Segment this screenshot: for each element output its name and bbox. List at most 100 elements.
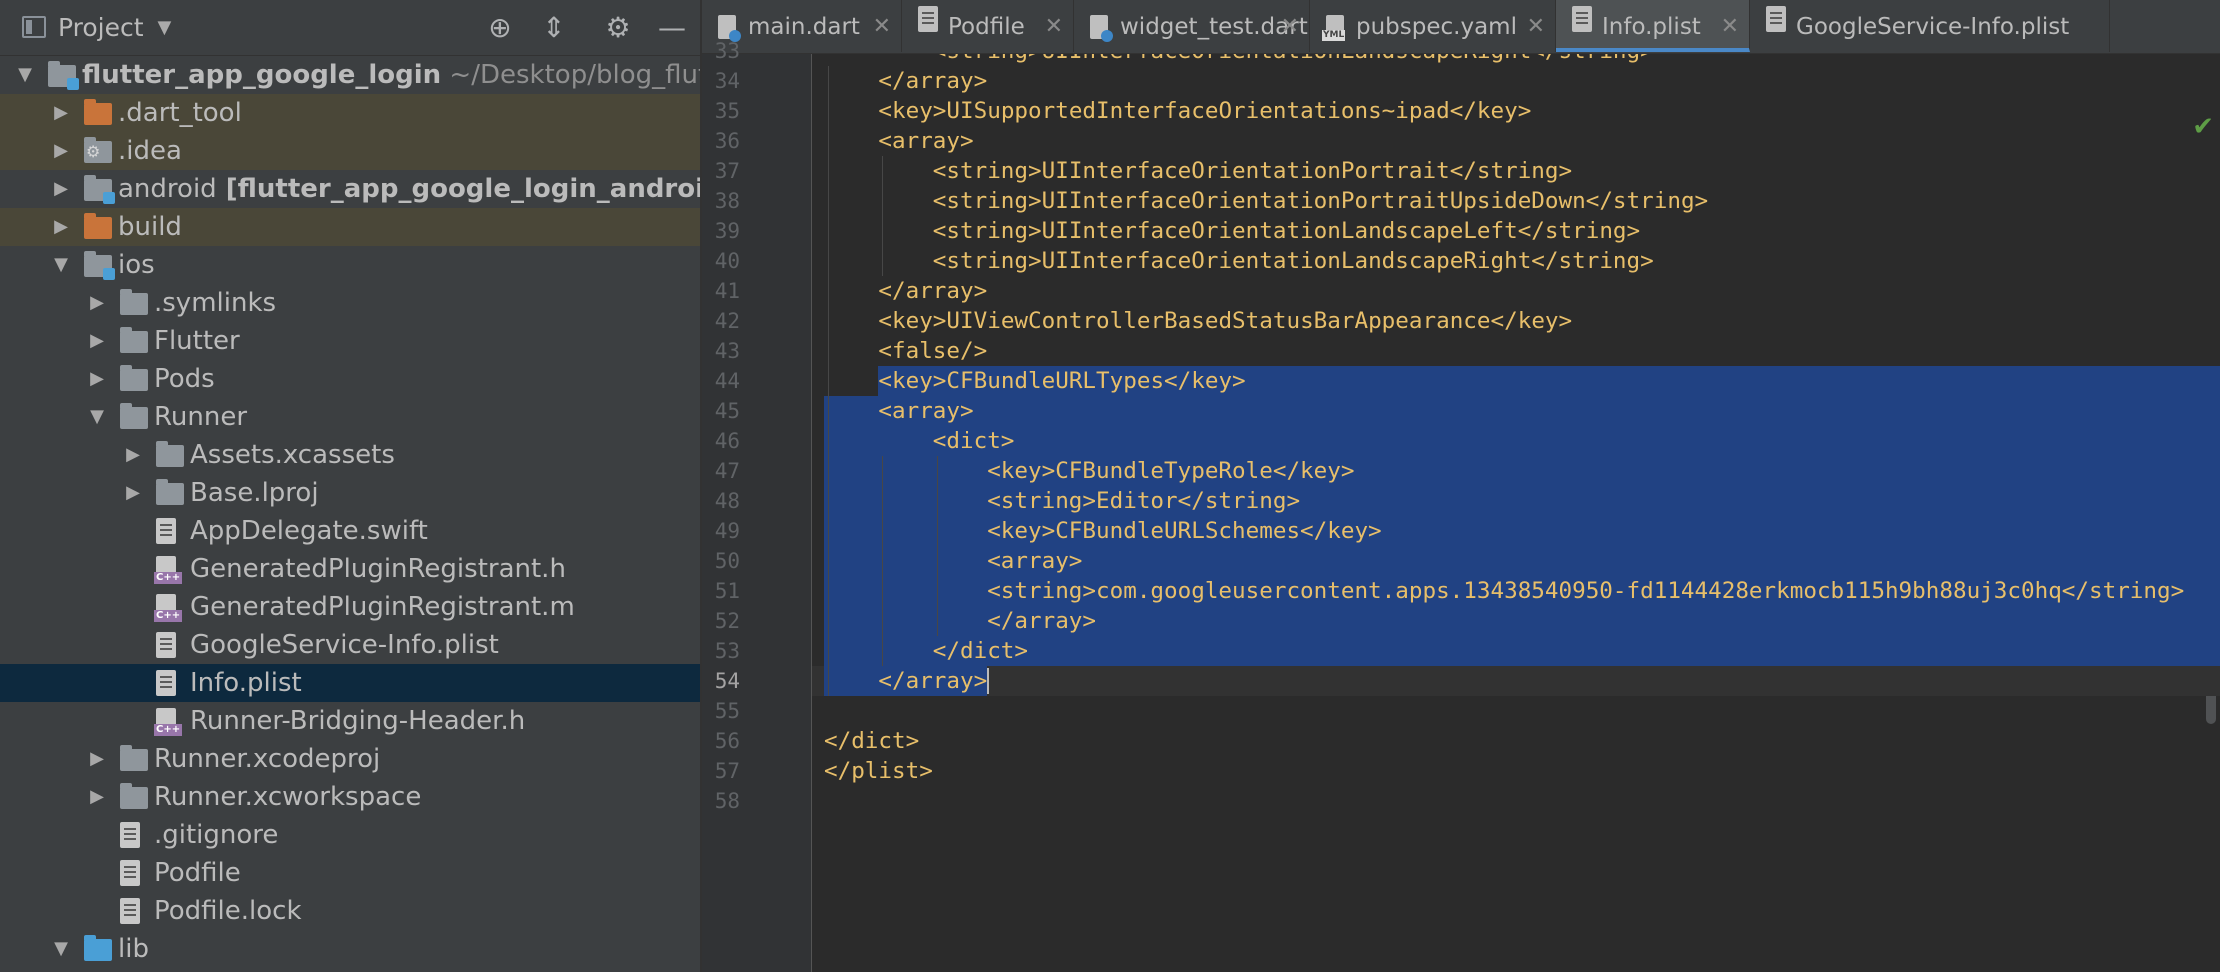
- tree-item[interactable]: ▶ Base.lproj: [0, 474, 700, 512]
- tree-item[interactable]: Podfile.lock: [0, 892, 700, 930]
- code-line[interactable]: </array>: [824, 276, 987, 306]
- line-number: 58: [714, 789, 740, 813]
- selection-highlight: [824, 426, 2220, 456]
- tree-item[interactable]: GeneratedPluginRegistrant.m: [0, 588, 700, 626]
- close-tab-icon[interactable]: ✕: [1721, 0, 1739, 54]
- collapsed-arrow-icon[interactable]: ▶: [86, 322, 108, 360]
- collapsed-arrow-icon[interactable]: ▶: [122, 474, 144, 512]
- tree-item[interactable]: .gitignore: [0, 816, 700, 854]
- tree-item[interactable]: AppDelegate.swift: [0, 512, 700, 550]
- code-line[interactable]: </dict>: [824, 726, 919, 756]
- tree-item-name: Runner-Bridging-Header.h: [190, 706, 526, 736]
- selection-highlight: [824, 636, 2220, 666]
- code-line[interactable]: <key>CFBundleURLSchemes</key>: [824, 516, 1381, 546]
- tree-item[interactable]: GoogleService-Info.plist: [0, 626, 700, 664]
- code-line[interactable]: <array>: [824, 546, 1082, 576]
- code-line[interactable]: </array>: [824, 606, 1096, 636]
- code-editor[interactable]: ✔ <string>UIInterfaceOrientationLandscap…: [812, 54, 2220, 972]
- code-line[interactable]: <string>UIInterfaceOrientationLandscapeR…: [824, 54, 1654, 66]
- tree-item[interactable]: ▶ .idea: [0, 132, 700, 170]
- code-line[interactable]: <string>UIInterfaceOrientationLandscapeL…: [824, 216, 1640, 246]
- file-icon: [120, 898, 140, 924]
- code-line[interactable]: </plist>: [824, 756, 933, 786]
- code-line[interactable]: <string>UIInterfaceOrientationPortraitUp…: [824, 186, 1708, 216]
- tree-item-label: GoogleService-Info.plist: [190, 626, 499, 664]
- code-line[interactable]: </array>: [824, 666, 987, 696]
- chevron-down-icon[interactable]: ▼: [158, 17, 172, 38]
- expanded-arrow-icon[interactable]: ▼: [50, 246, 72, 284]
- text-caret: [987, 668, 990, 694]
- tree-item[interactable]: ▶ Pods: [0, 360, 700, 398]
- close-tab-icon[interactable]: ✕: [1281, 0, 1299, 54]
- locate-file-icon[interactable]: ⊕: [482, 10, 518, 46]
- collapsed-arrow-icon[interactable]: ▶: [86, 284, 108, 322]
- tree-item[interactable]: ▼ ios: [0, 246, 700, 284]
- tree-item-label: ios: [118, 246, 155, 284]
- tree-item[interactable]: ▶ android [flutter_app_google_login_andro…: [0, 170, 700, 208]
- expanded-arrow-icon[interactable]: ▼: [86, 398, 108, 436]
- code-line[interactable]: <string>com.googleusercontent.apps.13438…: [824, 576, 2184, 606]
- code-line[interactable]: <key>UISupportedInterfaceOrientations~ip…: [824, 96, 1531, 126]
- collapsed-arrow-icon[interactable]: ▶: [86, 360, 108, 398]
- tree-item[interactable]: ▶ .symlinks: [0, 284, 700, 322]
- tree-item[interactable]: ▼ Runner: [0, 398, 700, 436]
- tree-item[interactable]: ▶ build: [0, 208, 700, 246]
- expanded-arrow-icon[interactable]: ▼: [14, 56, 36, 94]
- tree-item[interactable]: ▶ Runner.xcodeproj: [0, 740, 700, 778]
- code-line[interactable]: <key>UIViewControllerBasedStatusBarAppea…: [824, 306, 1572, 336]
- line-number: 49: [714, 519, 740, 543]
- editor-tab[interactable]: widget_test.dart ✕: [1074, 0, 1310, 52]
- code-line[interactable]: </array>: [824, 66, 987, 96]
- code-line[interactable]: <dict>: [824, 426, 1015, 456]
- code-line[interactable]: <key>CFBundleURLTypes</key>: [824, 366, 1245, 396]
- hide-panel-icon[interactable]: —: [654, 10, 690, 46]
- code-line[interactable]: <array>: [824, 126, 973, 156]
- line-number: 38: [714, 189, 740, 213]
- line-number: 39: [714, 219, 740, 243]
- tree-item[interactable]: Runner-Bridging-Header.h: [0, 702, 700, 740]
- code-line[interactable]: <false/>: [824, 336, 987, 366]
- expanded-arrow-icon[interactable]: ▼: [50, 930, 72, 968]
- gear-icon[interactable]: ⚙: [600, 10, 636, 46]
- code-line[interactable]: </dict>: [824, 636, 1028, 666]
- line-number: 33: [714, 39, 740, 63]
- collapsed-arrow-icon[interactable]: ▶: [122, 436, 144, 474]
- project-view-selector[interactable]: Project: [58, 13, 144, 42]
- editor-tab[interactable]: Info.plist ✕: [1556, 0, 1750, 52]
- project-window-icon: [22, 16, 46, 38]
- close-tab-icon[interactable]: ✕: [1045, 0, 1063, 54]
- editor-tab[interactable]: pubspec.yaml ✕: [1310, 0, 1556, 52]
- tree-item-name: Base.lproj: [190, 478, 319, 508]
- tree-item[interactable]: GeneratedPluginRegistrant.h: [0, 550, 700, 588]
- tree-item[interactable]: ▶ Flutter: [0, 322, 700, 360]
- tree-item[interactable]: Podfile: [0, 854, 700, 892]
- collapsed-arrow-icon[interactable]: ▶: [86, 778, 108, 816]
- editor-tab[interactable]: Podfile ✕: [902, 0, 1074, 52]
- file-icon: [1572, 6, 1592, 32]
- collapsed-arrow-icon[interactable]: ▶: [86, 740, 108, 778]
- code-line[interactable]: <string>UIInterfaceOrientationLandscapeR…: [824, 246, 1654, 276]
- tree-item-label: .idea: [118, 132, 182, 170]
- tree-item[interactable]: ▼ lib: [0, 930, 700, 968]
- line-number-gutter[interactable]: 33 34 35 36 37 38 39 40 41 42 43 44 45 46 47 48 49 50 51 52…: [702, 39, 812, 972]
- code-line[interactable]: <array>: [824, 396, 973, 426]
- collapsed-arrow-icon[interactable]: ▶: [50, 94, 72, 132]
- collapse-all-icon[interactable]: ⇕: [536, 10, 572, 46]
- code-line[interactable]: <key>CFBundleTypeRole</key>: [824, 456, 1354, 486]
- tree-item[interactable]: Info.plist: [0, 664, 700, 702]
- code-line[interactable]: <string>UIInterfaceOrientationPortrait</…: [824, 156, 1572, 186]
- tree-item-label: flutter_app_google_login ~/Desktop/blog_…: [82, 56, 700, 94]
- tree-item-name: android: [118, 174, 217, 204]
- close-tab-icon[interactable]: ✕: [1527, 0, 1545, 54]
- editor-tab[interactable]: GoogleService-Info.plist: [1750, 0, 2110, 52]
- tree-item[interactable]: ▶ .dart_tool: [0, 94, 700, 132]
- collapsed-arrow-icon[interactable]: ▶: [50, 170, 72, 208]
- tree-item[interactable]: ▶ Assets.xcassets: [0, 436, 700, 474]
- tree-item[interactable]: ▼ flutter_app_google_login ~/Desktop/blog…: [0, 56, 700, 94]
- code-line[interactable]: <string>Editor</string>: [824, 486, 1300, 516]
- tree-item[interactable]: ▶ Runner.xcworkspace: [0, 778, 700, 816]
- collapsed-arrow-icon[interactable]: ▶: [50, 208, 72, 246]
- close-tab-icon[interactable]: ✕: [873, 0, 891, 54]
- collapsed-arrow-icon[interactable]: ▶: [50, 132, 72, 170]
- tree-item-label: android [flutter_app_google_login_androi…: [118, 170, 700, 208]
